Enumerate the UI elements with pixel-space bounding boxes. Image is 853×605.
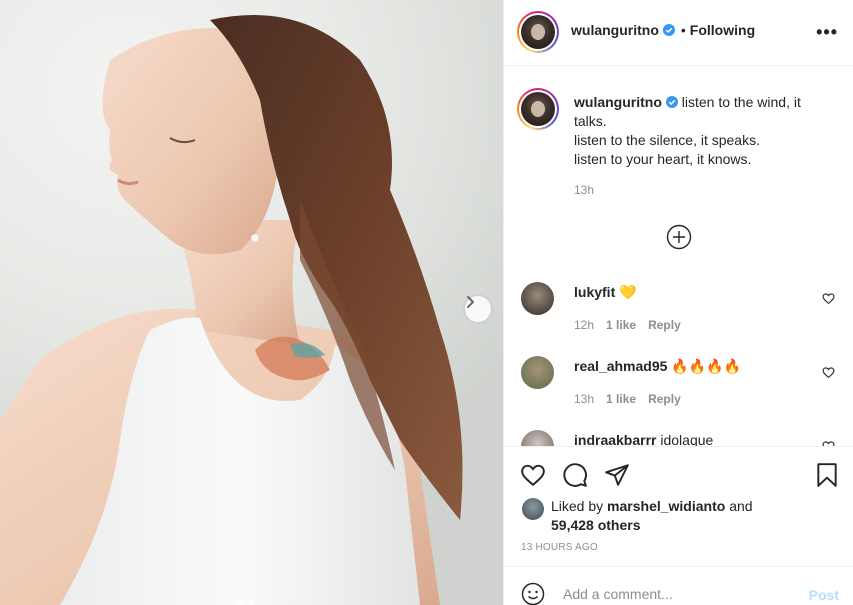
heart-icon[interactable] <box>822 292 835 305</box>
liker-avatar[interactable] <box>522 498 544 520</box>
post-comment-button[interactable]: Post <box>809 587 839 603</box>
reply-button[interactable]: Reply <box>648 318 681 332</box>
post-details-panel: wulanguritno • Following ••• wulanguritno … <box>503 0 853 605</box>
comment-meta: 13h 1 like Reply <box>574 392 693 406</box>
add-circle-icon[interactable] <box>666 224 692 250</box>
commenter-avatar[interactable] <box>521 430 554 446</box>
following-button[interactable]: Following <box>690 22 755 38</box>
liker-username[interactable]: marshel_widianto <box>607 498 725 514</box>
follow-separator: • <box>680 22 686 38</box>
avatar-image <box>521 15 555 49</box>
likes-prefix: Liked by <box>551 498 604 514</box>
reply-button[interactable]: Reply <box>648 392 681 406</box>
caption-time[interactable]: 13h <box>574 181 834 200</box>
author-line: wulanguritno • Following <box>571 22 755 38</box>
post-header: wulanguritno • Following ••• <box>504 0 853 66</box>
author-avatar[interactable] <box>517 11 559 53</box>
caption-first-line: wulanguritno listen to the wind, it talk… <box>574 93 834 131</box>
comment-meta: 12h 1 like Reply <box>574 318 693 332</box>
paper-plane-icon[interactable] <box>604 462 630 488</box>
heart-icon[interactable] <box>520 462 546 488</box>
bookmark-icon[interactable] <box>814 462 840 488</box>
chevron-right-icon <box>467 296 474 308</box>
photo-illustration <box>0 15 463 605</box>
comment-text: real_ahmad95 🔥🔥🔥🔥 <box>574 358 804 375</box>
carousel-dot <box>238 600 244 605</box>
commenter-username[interactable]: lukyfit <box>574 284 615 300</box>
commenter-username[interactable]: indraakbarrr <box>574 432 656 446</box>
carousel-indicator <box>238 600 254 605</box>
avatar-image <box>521 92 555 126</box>
heart-icon[interactable] <box>822 366 835 379</box>
comment-text: lukyfit 💛 <box>574 284 804 301</box>
next-photo-button[interactable] <box>465 296 491 322</box>
comment-text: indraakbarrr idolaque <box>574 432 804 446</box>
comment-item: lukyfit 💛 12h 1 like Reply <box>521 282 841 342</box>
likes-count[interactable]: 59,428 others <box>551 517 641 533</box>
carousel-dot <box>248 600 254 605</box>
commenter-avatar[interactable] <box>521 356 554 389</box>
comment-time: 13h <box>574 392 595 406</box>
caption: wulanguritno listen to the wind, it talk… <box>574 93 834 200</box>
comment-input[interactable] <box>563 586 793 602</box>
author-username[interactable]: wulanguritno <box>571 22 659 38</box>
comment-emoji: 💛 <box>619 284 637 300</box>
comment-body: idolaque <box>660 432 714 446</box>
commenter-avatar[interactable] <box>521 282 554 315</box>
comment-likes[interactable]: 1 like <box>606 318 636 332</box>
comments-list[interactable]: lukyfit 💛 12h 1 like Reply real_ahmad95 🔥🔥… <box>504 270 853 446</box>
post-photo[interactable] <box>0 0 503 605</box>
caption-line: listen to the silence, it speaks. <box>574 132 760 148</box>
emoji-icon[interactable] <box>521 582 545 605</box>
post-timestamp[interactable]: 13 HOURS AGO <box>521 542 598 553</box>
verified-badge-icon <box>665 96 678 108</box>
commenter-username[interactable]: real_ahmad95 <box>574 358 667 374</box>
caption-line: listen to your heart, it knows. <box>574 151 752 167</box>
comment-likes[interactable]: 1 like <box>606 392 636 406</box>
comment-time: 12h <box>574 318 595 332</box>
caption-author-username[interactable]: wulanguritno <box>574 94 662 110</box>
more-options-icon[interactable]: ••• <box>816 22 838 43</box>
likes-connector: and <box>729 498 753 514</box>
comment-bubble-icon[interactable] <box>562 462 588 488</box>
caption-author-avatar[interactable] <box>517 88 559 130</box>
comment-item: indraakbarrr idolaque <box>521 430 841 446</box>
comment-item: real_ahmad95 🔥🔥🔥🔥 13h 1 like Reply <box>521 356 841 416</box>
comment-emoji: 🔥🔥🔥🔥 <box>671 358 742 374</box>
verified-badge-icon <box>662 24 675 36</box>
likes-summary: Liked by marshel_widianto and 59,428 oth… <box>551 497 753 535</box>
